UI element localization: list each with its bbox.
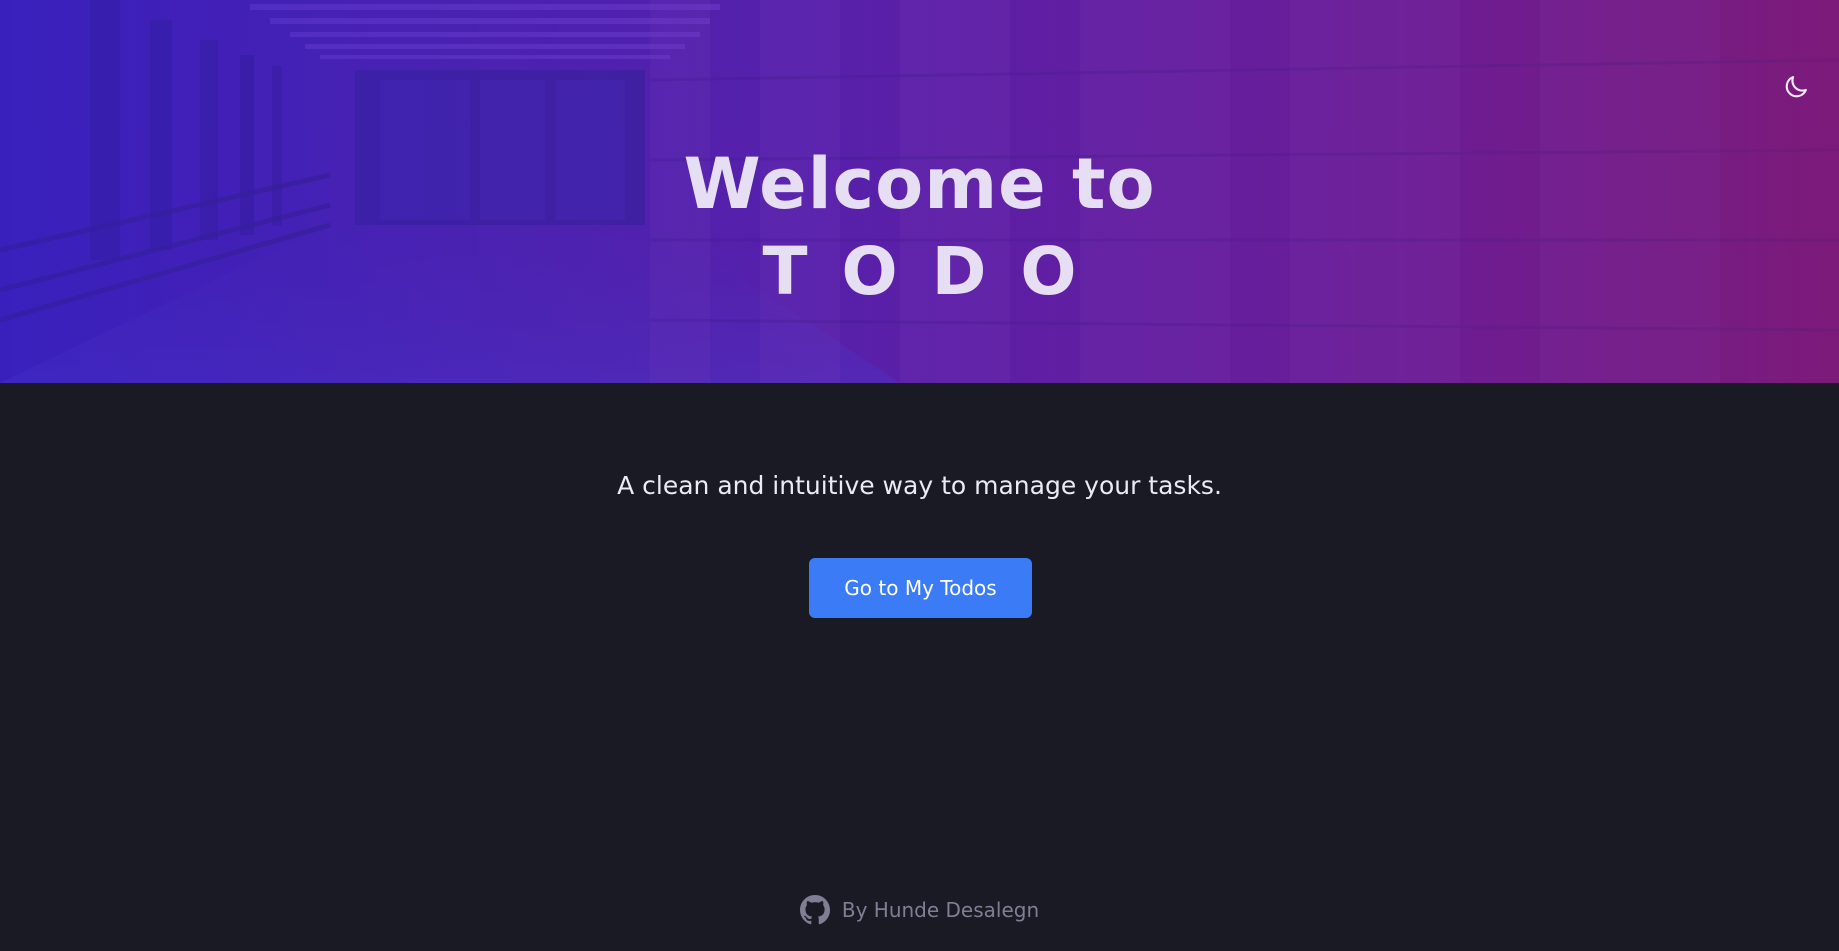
hero-banner: Welcome to TODO [0, 0, 1839, 383]
hero-title-line1: Welcome to [683, 143, 1156, 225]
hero-title-line2: TODO [762, 233, 1111, 310]
author-link[interactable]: By Hunde Desalegn [799, 895, 1040, 925]
author-credit: By Hunde Desalegn [841, 898, 1040, 922]
go-to-todos-button[interactable]: Go to My Todos [809, 558, 1032, 618]
tagline: A clean and intuitive way to manage your… [617, 471, 1222, 500]
github-icon [799, 895, 830, 925]
landing-page: Welcome to TODO A clean and intuitive wa… [0, 0, 1839, 951]
moon-icon [1785, 76, 1807, 98]
theme-toggle-button[interactable] [1780, 71, 1812, 103]
footer: By Hunde Desalegn [0, 895, 1839, 925]
